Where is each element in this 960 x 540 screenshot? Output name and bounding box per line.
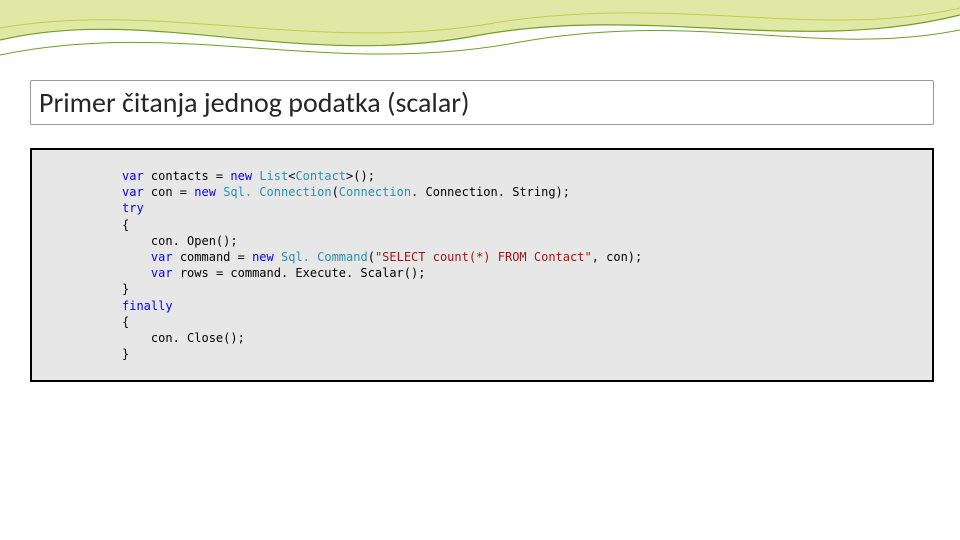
kw-var: var xyxy=(151,250,173,264)
kw-new: new xyxy=(230,169,252,183)
brace: } xyxy=(122,282,129,296)
string-literal: "SELECT count(*) FROM Contact" xyxy=(375,250,592,264)
brace: } xyxy=(122,347,129,361)
code-block: var contacts = new List<Contact>(); var … xyxy=(30,148,934,382)
type-list: List xyxy=(259,169,288,183)
type-connection: Connection xyxy=(339,185,411,199)
slide-title: Primer čitanja jednog podatka (scalar) xyxy=(39,85,925,120)
brace: { xyxy=(122,218,129,232)
kw-finally: finally xyxy=(122,299,173,313)
type-sqlcommand: Sql. Command xyxy=(281,250,368,264)
kw-new: new xyxy=(252,250,274,264)
line-con-open: con. Open(); xyxy=(122,234,238,248)
kw-var: var xyxy=(122,185,144,199)
title-container: Primer čitanja jednog podatka (scalar) xyxy=(30,80,934,125)
brace: { xyxy=(122,315,129,329)
line-con-close: con. Close(); xyxy=(122,331,245,345)
code-content: var contacts = new List<Contact>(); var … xyxy=(122,168,912,362)
slide: Primer čitanja jednog podatka (scalar) v… xyxy=(0,0,960,540)
type-sqlconnection: Sql. Connection xyxy=(223,185,331,199)
kw-try: try xyxy=(122,201,144,215)
kw-var: var xyxy=(151,266,173,280)
kw-var: var xyxy=(122,169,144,183)
type-contact: Contact xyxy=(295,169,346,183)
decorative-swoosh xyxy=(0,0,960,80)
kw-new: new xyxy=(194,185,216,199)
